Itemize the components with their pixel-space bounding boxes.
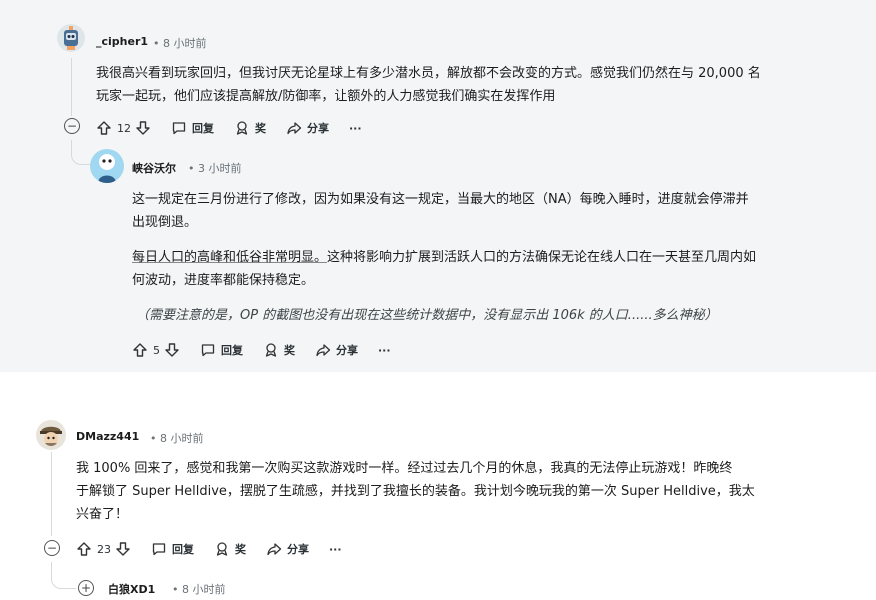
award-icon <box>263 342 279 358</box>
comment-time[interactable]: • 3 小时前 <box>188 160 241 176</box>
thread-elbow <box>71 140 90 165</box>
comment-text-line: 于解锁了 Super Helldive，摆脱了生疏感，并找到了我擅长的装备。我计… <box>76 484 755 499</box>
comment-text-line: 我很高兴看到玩家回归，但我讨厌无论星球上有多少潜水员，解放都不会改变的方式。感觉… <box>96 66 761 81</box>
comment-time[interactable]: • 8 小时前 <box>150 430 203 446</box>
reply-icon <box>151 541 167 557</box>
reply-button[interactable]: 回复 <box>171 120 214 136</box>
reply-label: 回复 <box>192 122 214 135</box>
more-icon: ··· <box>329 542 342 556</box>
downvote-icon[interactable] <box>115 541 131 557</box>
comment-time[interactable]: • 8 小时前 <box>153 35 206 51</box>
share-label: 分享 <box>336 344 358 357</box>
vote-count: 23 <box>97 542 111 556</box>
vote-control: 23 <box>76 541 131 557</box>
more-options-button[interactable]: ··· <box>329 543 342 556</box>
comment-text-line: 玩家一起玩，他们应该提高解放/防御率，让额外的人力感觉我们确实在发挥作用 <box>96 89 556 104</box>
downvote-icon[interactable] <box>135 120 151 136</box>
upvote-icon[interactable] <box>76 541 92 557</box>
reply-label: 回复 <box>172 543 194 556</box>
comment-author[interactable]: _cipher1 <box>96 35 148 48</box>
more-icon: ··· <box>378 343 391 357</box>
underlined-text: 每日人口的高峰和低谷非常明显。 <box>132 250 328 265</box>
comment-text-line: 每日人口的高峰和低谷非常明显。这种将影响力扩展到活跃人口的方法确保无论在线人口在… <box>132 246 852 269</box>
comment-text: 这种将影响力扩展到活跃人口的方法确保无论在线人口在一天甚至几周内如 <box>327 250 757 265</box>
reply-label: 回复 <box>221 344 243 357</box>
vote-count: 5 <box>153 343 160 357</box>
downvote-icon[interactable] <box>164 342 180 358</box>
share-label: 分享 <box>307 122 329 135</box>
more-options-button[interactable]: ··· <box>349 122 362 135</box>
share-button[interactable]: 分享 <box>266 541 309 557</box>
vote-control: 5 <box>132 342 180 358</box>
thread-line[interactable] <box>51 452 52 536</box>
award-icon <box>234 120 250 136</box>
comment-text-line: 出现倒退。 <box>132 215 198 230</box>
award-label: 奖 <box>235 543 246 556</box>
comment-author[interactable]: 白狼XD1 <box>108 581 155 597</box>
reply-icon <box>200 342 216 358</box>
share-icon <box>286 120 302 136</box>
award-button[interactable]: 奖 <box>234 120 266 136</box>
reply-icon <box>171 120 187 136</box>
reply-button[interactable]: 回复 <box>200 342 243 358</box>
share-button[interactable]: 分享 <box>286 120 329 136</box>
comment-author[interactable]: DMazz441 <box>76 430 139 443</box>
comment-body: 我很高兴看到玩家回归，但我讨厌无论星球上有多少潜水员，解放都不会改变的方式。感觉… <box>96 62 856 108</box>
avatar[interactable] <box>57 24 85 52</box>
comment-actions: 12 回复 奖 分享 ··· <box>96 118 382 138</box>
comment-time[interactable]: • 8 小时前 <box>172 581 225 597</box>
comment-note: （需要注意的是，OP 的截图也没有出现在这些统计数据中，没有显示出 106k 的… <box>136 308 718 323</box>
share-label: 分享 <box>287 543 309 556</box>
award-button[interactable]: 奖 <box>263 342 295 358</box>
expand-button[interactable]: + <box>78 580 94 596</box>
comment-text-line: 这一规定在三月份进行了修改，因为如果没有这一规定，当最大的地区（NA）每晚入睡时… <box>132 192 749 207</box>
comment-body: 我 100% 回来了，感觉和我第一次购买这款游戏时一样。经过过去几个月的休息，我… <box>76 457 866 526</box>
comment-text-line: 何波动，进度率都能保持稳定。 <box>132 273 315 288</box>
avatar[interactable] <box>90 149 124 183</box>
comment-text-line: 我 100% 回来了，感觉和我第一次购买这款游戏时一样。经过过去几个月的休息，我… <box>76 461 733 476</box>
share-icon <box>315 342 331 358</box>
reply-button[interactable]: 回复 <box>151 541 194 557</box>
award-icon <box>214 541 230 557</box>
share-icon <box>266 541 282 557</box>
collapse-button[interactable]: − <box>44 540 60 556</box>
comment-body: 这一规定在三月份进行了修改，因为如果没有这一规定，当最大的地区（NA）每晚入睡时… <box>132 188 852 327</box>
collapse-button[interactable]: − <box>64 118 80 134</box>
thread-line[interactable] <box>71 58 72 116</box>
award-label: 奖 <box>255 122 266 135</box>
avatar[interactable] <box>36 420 66 450</box>
comment-actions: 23 回复 奖 分享 ··· <box>76 539 362 559</box>
upvote-icon[interactable] <box>132 342 148 358</box>
award-label: 奖 <box>284 344 295 357</box>
vote-control: 12 <box>96 120 151 136</box>
vote-count: 12 <box>117 121 131 135</box>
more-options-button[interactable]: ··· <box>378 344 391 357</box>
comment-author[interactable]: 峡谷沃尔 <box>132 160 176 176</box>
thread-elbow <box>51 562 76 589</box>
more-icon: ··· <box>349 121 362 135</box>
share-button[interactable]: 分享 <box>315 342 358 358</box>
comment-actions: 5 回复 奖 分享 ··· <box>132 340 411 360</box>
upvote-icon[interactable] <box>96 120 112 136</box>
comment-text-line: 兴奋了！ <box>76 507 129 522</box>
award-button[interactable]: 奖 <box>214 541 246 557</box>
